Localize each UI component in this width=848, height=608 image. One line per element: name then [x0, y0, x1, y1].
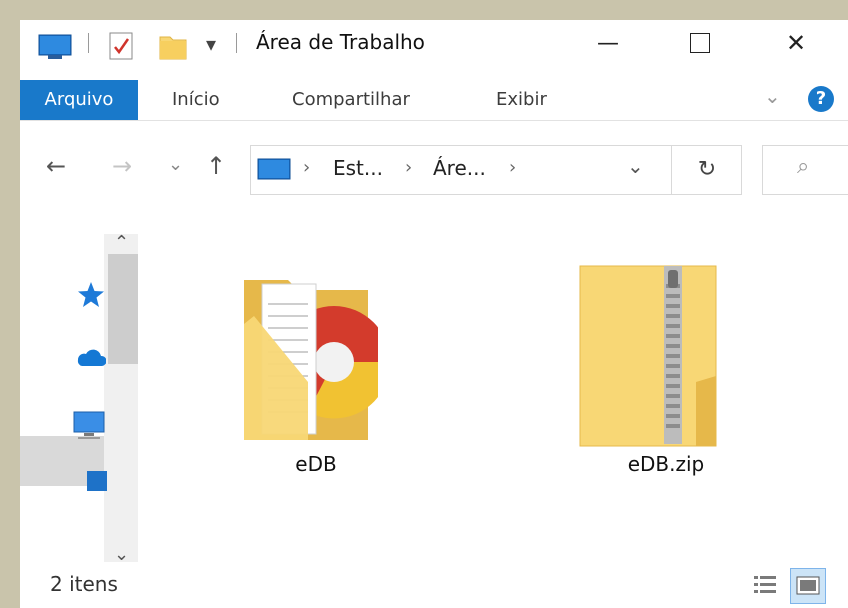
new-folder-icon[interactable] [158, 31, 188, 65]
recent-locations-button[interactable]: ⌄ [168, 154, 183, 175]
separator [236, 33, 237, 53]
this-pc-icon[interactable] [72, 410, 106, 444]
details-view-button[interactable] [748, 568, 782, 602]
up-button[interactable]: ↑ [206, 152, 226, 180]
title-bar: ▾ Área de Trabalho — ✕ [20, 20, 848, 66]
onedrive-icon[interactable] [74, 346, 107, 372]
desktop-nav-icon[interactable] [86, 470, 108, 498]
breadcrumb-item[interactable]: Áre... [433, 156, 486, 180]
file-explorer-window: ▾ Área de Trabalho — ✕ Arquivo Início Co… [20, 20, 848, 608]
navigation-bar: ← → ⌄ ↑ › Est... › Áre... › ⌄ ↻ ⌕ [20, 130, 848, 206]
maximize-button[interactable] [660, 20, 740, 66]
breadcrumb-separator[interactable]: › [509, 157, 516, 178]
help-label: ? [815, 88, 827, 109]
help-icon[interactable]: ? [808, 86, 834, 112]
status-bar: 2 itens [20, 562, 848, 608]
large-icons-view-button[interactable] [790, 568, 826, 604]
details-view-icon [754, 576, 776, 593]
desktop-location-icon [257, 158, 291, 186]
search-icon: ⌕ [797, 154, 810, 179]
folder-icon [238, 264, 391, 448]
zip-folder-icon [578, 264, 728, 452]
file-item-edb-zip[interactable]: eDB.zip [536, 214, 736, 494]
address-dropdown-icon[interactable]: ⌄ [627, 154, 644, 178]
breadcrumb-separator[interactable]: › [303, 157, 310, 178]
window-title: Área de Trabalho [256, 30, 425, 54]
large-icons-view-icon [796, 576, 820, 595]
navigation-pane: ⌃ ⌄ [20, 214, 138, 565]
tab-exibir[interactable]: Exibir [496, 80, 547, 120]
minimize-icon: — [597, 30, 619, 56]
back-button[interactable]: ← [46, 152, 66, 180]
refresh-button[interactable]: ↻ [671, 146, 742, 194]
separator [88, 33, 89, 53]
refresh-icon: ↻ [697, 157, 717, 182]
properties-icon[interactable] [108, 31, 136, 65]
desktop-icon[interactable] [38, 34, 72, 64]
tab-compartilhar[interactable]: Compartilhar [292, 80, 410, 120]
scroll-up-button[interactable]: ⌃ [114, 232, 129, 253]
ribbon-tabs: Arquivo Início Compartilhar Exibir ⌄ ? [20, 80, 848, 121]
file-name: eDB.zip [627, 452, 705, 476]
quick-access-icon[interactable] [76, 280, 106, 314]
ribbon-expand-icon[interactable]: ⌄ [764, 84, 781, 108]
search-box[interactable]: ⌕ [762, 145, 848, 195]
close-button[interactable]: ✕ [756, 20, 836, 66]
file-name: eDB [295, 452, 337, 476]
maximize-icon [690, 33, 710, 53]
file-item-edb[interactable]: eDB [198, 214, 398, 494]
breadcrumb-item[interactable]: Est... [333, 156, 383, 180]
file-list: eDB eDB.zip [138, 214, 848, 554]
nav-scrollbar-thumb[interactable] [108, 254, 138, 364]
tab-arquivo[interactable]: Arquivo [20, 80, 138, 120]
tab-inicio[interactable]: Início [172, 80, 220, 120]
close-icon: ✕ [785, 29, 807, 57]
forward-button[interactable]: → [112, 152, 132, 180]
item-count: 2 itens [50, 572, 118, 596]
quick-access-dropdown[interactable]: ▾ [206, 32, 216, 56]
breadcrumb-separator[interactable]: › [405, 157, 412, 178]
address-bar[interactable]: › Est... › Áre... › ⌄ ↻ [250, 145, 742, 195]
minimize-button[interactable]: — [568, 20, 648, 66]
